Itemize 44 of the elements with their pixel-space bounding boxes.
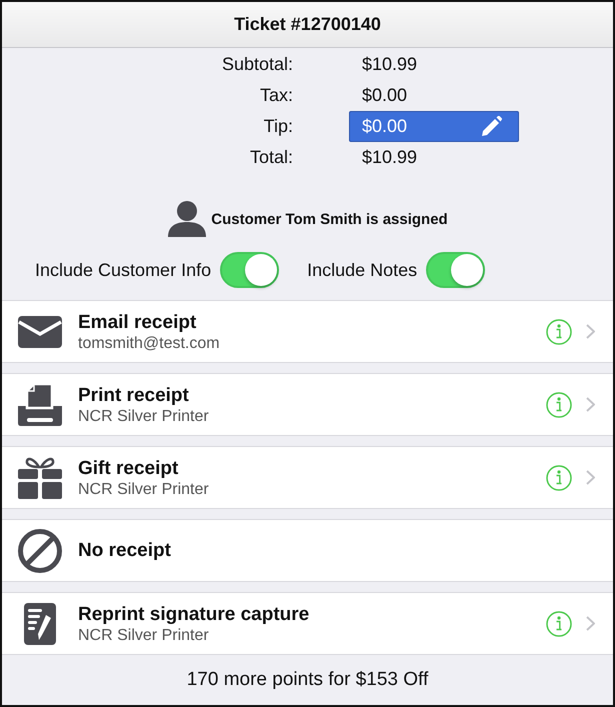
info-icon[interactable] [546, 392, 572, 418]
customer-status: Customer Tom Smith is assigned [211, 210, 448, 228]
totals-label: Total: [248, 147, 293, 168]
printer-tray-icon [18, 384, 62, 426]
chevron-icon [586, 397, 595, 412]
receipt-option[interactable]: Reprint signature capture NCR Silver Printer [2, 592, 613, 655]
chevron-icon [586, 616, 595, 631]
info-icon[interactable] [546, 464, 572, 490]
totals-value: $10.99 [361, 54, 418, 75]
chevron-icon [586, 324, 595, 339]
signed-document-icon [24, 602, 56, 644]
receipt-option[interactable]: No receipt [2, 519, 613, 582]
person-icon [167, 201, 208, 237]
option-title: Reprint signature capture [78, 602, 310, 626]
points-message: 170 more points for $153 Off [186, 669, 428, 691]
totals-label: Tax: [258, 85, 293, 106]
tip-field[interactable]: $0.00 [349, 111, 519, 142]
option-subtitle: NCR Silver Printer [78, 406, 210, 426]
chevron-icon [586, 470, 595, 485]
totals-label: Subtotal: [220, 54, 293, 75]
totals-value: $0.00 [361, 85, 408, 106]
prohibited-icon [18, 528, 62, 572]
option-subtitle: NCR Silver Printer [78, 480, 210, 498]
option-title: Email receipt [78, 310, 198, 334]
option-title: No receipt [78, 539, 172, 562]
info-icon[interactable] [546, 610, 572, 636]
window-title: Ticket #12700140 [234, 14, 381, 35]
toggle-switch[interactable] [426, 252, 486, 288]
toggle-switch[interactable] [220, 252, 280, 288]
gift-icon [18, 456, 62, 498]
toggle-label: Include Notes [307, 260, 418, 280]
envelope-icon [18, 316, 62, 348]
totals-value: $10.99 [361, 147, 418, 168]
info-icon[interactable] [546, 318, 572, 344]
totals-label: Tip: [262, 116, 293, 137]
pencil-icon[interactable] [480, 116, 502, 138]
option-subtitle: tomsmith@test.com [78, 334, 221, 352]
receipt-option[interactable]: Email receipt tomsmith@test.com [2, 300, 613, 363]
toggle-label: Include Customer Info [35, 260, 212, 280]
option-title: Gift receipt [78, 456, 180, 480]
option-title: Print receipt [78, 384, 190, 406]
receipt-option[interactable]: Gift receipt NCR Silver Printer [2, 446, 613, 509]
option-subtitle: NCR Silver Printer [78, 626, 210, 644]
receipt-option[interactable]: Print receipt NCR Silver Printer [2, 373, 613, 436]
